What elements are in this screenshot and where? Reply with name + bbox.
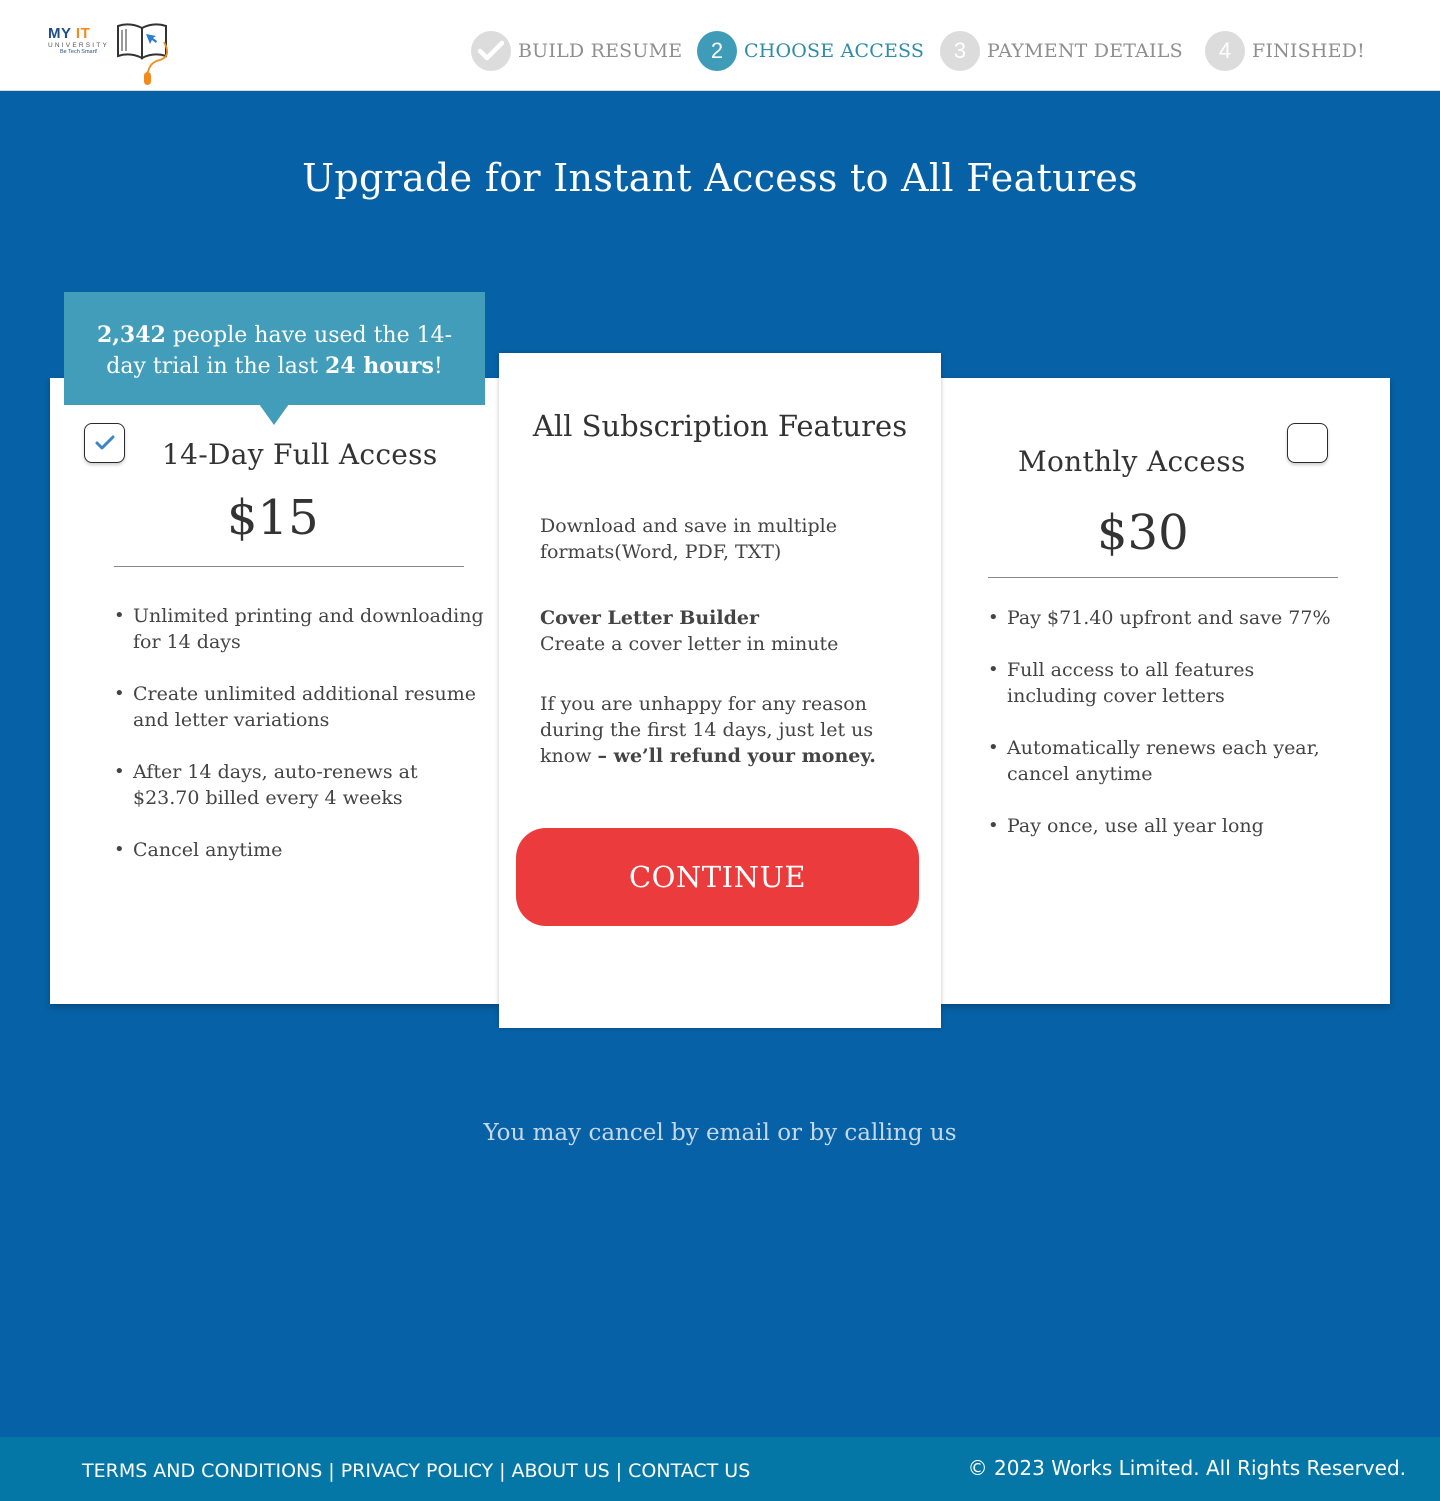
footer-separator: |	[328, 1460, 335, 1482]
plan-feature-item: Cancel anytime	[114, 837, 484, 863]
step-build-resume[interactable]: BUILD RESUME	[471, 31, 682, 71]
plan-feature-item: Pay once, use all year long	[988, 813, 1348, 839]
footer-link-terms[interactable]: TERMS AND CONDITIONS	[82, 1460, 322, 1482]
plan-feature-item: Unlimited printing and downloading for 1…	[114, 603, 484, 655]
subscription-features-panel: All Subscription Features Download and s…	[499, 353, 941, 1028]
trial-usage-banner: 2,342 people have used the 14-day trial …	[64, 292, 485, 405]
continue-button[interactable]: CONTINUE	[516, 828, 919, 926]
plan-feature-item: Create unlimited additional resume and l…	[114, 681, 484, 733]
step-choose-access[interactable]: 2 CHOOSE ACCESS	[697, 31, 924, 71]
checkmark-icon	[471, 31, 511, 71]
step-payment-details[interactable]: 3 PAYMENT DETAILS	[940, 31, 1183, 71]
checkmark-icon	[95, 435, 114, 450]
footer-link-contact[interactable]: CONTACT US	[628, 1460, 750, 1482]
step-number: 2	[697, 31, 737, 71]
plan-title: Monthly Access	[1018, 445, 1246, 478]
site-footer: TERMS AND CONDITIONS | PRIVACY POLICY | ABOU…	[0, 1437, 1440, 1501]
plan-price: $15	[227, 490, 319, 546]
refund-bold-text: – we’ll refund your money.	[597, 745, 876, 767]
feature-download-text: Download and save in multiple formats(Wo…	[540, 515, 837, 563]
step-number: 4	[1205, 31, 1245, 71]
features-title: All Subscription Features	[532, 409, 908, 443]
plan-divider	[988, 577, 1338, 578]
page-title: Upgrade for Instant Access to All Featur…	[302, 156, 1138, 200]
plan-price: $30	[1097, 505, 1189, 561]
cover-letter-text: Create a cover letter in minute	[540, 633, 839, 655]
footer-links: TERMS AND CONDITIONS | PRIVACY POLICY | ABOU…	[82, 1460, 750, 1482]
plan-features-list: Unlimited printing and downloading for 1…	[114, 603, 484, 889]
banner-period: 24 hours	[324, 353, 434, 379]
footer-separator: |	[615, 1460, 623, 1482]
plan-checkbox-monthly[interactable]	[1287, 423, 1328, 463]
plan-feature-item: Pay $71.40 upfront and save 77%	[988, 605, 1348, 631]
feature-cover-letter: Cover Letter Builder Create a cover lett…	[540, 605, 930, 657]
step-label: BUILD RESUME	[518, 40, 683, 62]
plan-feature-item: Full access to all features including co…	[988, 657, 1348, 709]
step-label: PAYMENT DETAILS	[987, 40, 1183, 62]
banner-count: 2,342	[96, 322, 166, 348]
plan-feature-item: Automatically renews each year, cancel a…	[988, 735, 1348, 787]
plan-title: 14-Day Full Access	[162, 438, 438, 471]
banner-text-end: !	[433, 354, 443, 379]
step-label: FINISHED!	[1252, 40, 1365, 62]
footer-link-about[interactable]: ABOUT US	[512, 1460, 610, 1482]
refund-guarantee-text: If you are unhappy for any reason during…	[540, 691, 930, 769]
plan-features-list: Pay $71.40 upfront and save 77% Full acc…	[988, 605, 1348, 865]
plan-checkbox-14-day[interactable]	[84, 423, 125, 463]
cancel-note: You may cancel by email or by calling us	[483, 1120, 957, 1146]
step-label: CHOOSE ACCESS	[744, 40, 925, 62]
step-number: 3	[940, 31, 980, 71]
site-header: MY IT UNIVERSITY Be Tech Smart! BUILD RE…	[0, 0, 1440, 91]
checkout-progress-steps: BUILD RESUME 2 CHOOSE ACCESS 3 PAYMENT D…	[0, 31, 1440, 71]
plan-card-monthly[interactable]: Monthly Access $30 Pay $71.40 upfront an…	[941, 378, 1390, 1004]
step-finished[interactable]: 4 FINISHED!	[1205, 31, 1365, 71]
banner-pointer	[259, 404, 289, 425]
copyright-text: © 2023 Works Limited. All Rights Reserve…	[967, 1456, 1406, 1480]
cover-letter-heading: Cover Letter Builder	[540, 607, 759, 629]
plan-card-14-day[interactable]: 14-Day Full Access $15 Unlimited printin…	[50, 378, 499, 1004]
footer-separator: |	[499, 1460, 506, 1482]
plan-feature-item: After 14 days, auto-renews at $23.70 bil…	[114, 759, 484, 811]
footer-link-privacy[interactable]: PRIVACY POLICY	[341, 1460, 493, 1482]
plan-divider	[114, 566, 464, 567]
